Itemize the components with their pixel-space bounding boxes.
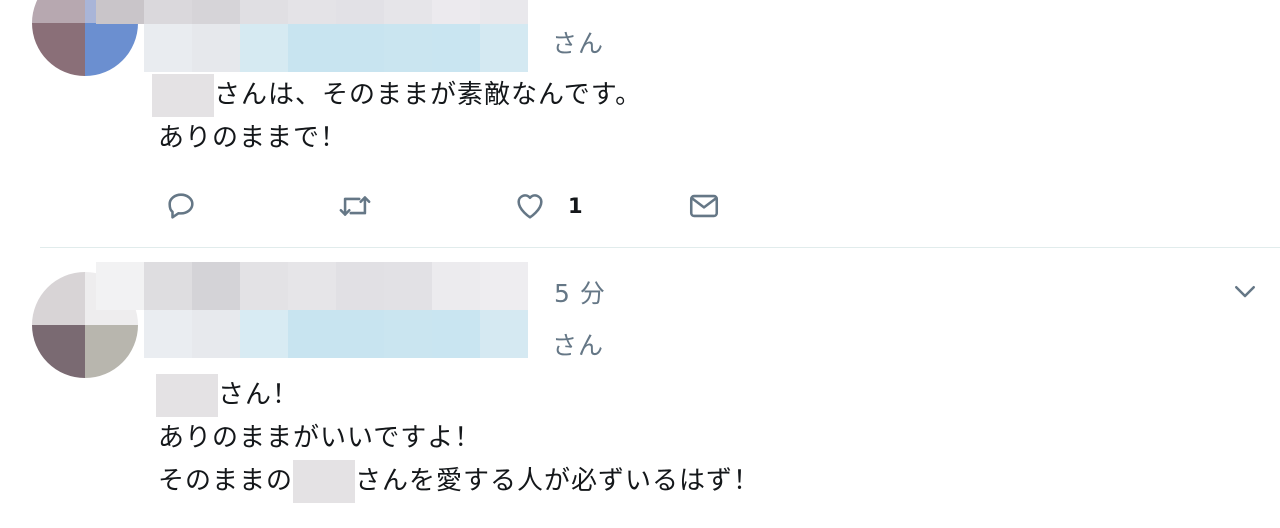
mail-icon [689, 194, 719, 218]
handle-blurred[interactable] [144, 24, 528, 72]
retweet-icon [339, 196, 371, 216]
handle-suffix: さん [552, 331, 605, 360]
tweet-text: さんは、そのままが素敵なんです。 ありのままで！ [152, 74, 642, 160]
handle-suffix: さん [552, 29, 605, 58]
tweet-timestamp[interactable]: 5 分 [554, 274, 606, 310]
handle-blurred[interactable] [144, 310, 528, 358]
like-count: 1 [568, 194, 583, 218]
redacted-name [156, 374, 218, 417]
reply-button[interactable] [164, 186, 198, 226]
tweet-2[interactable]: 5 分 さん さん！ ありのままがいいですよ！ そのままの さんを愛する人が必ずい… [0, 248, 1280, 528]
display-name-blurred[interactable] [96, 0, 528, 24]
tweet-text: さん！ ありのままがいいですよ！ そのままの さんを愛する人が必ずいるはず！ [156, 374, 760, 503]
direct-message-button[interactable] [686, 186, 722, 226]
like-button[interactable]: 1 [512, 186, 583, 226]
reply-icon [168, 193, 194, 219]
redacted-name [293, 460, 356, 503]
chevron-down-icon[interactable] [1230, 276, 1260, 306]
retweet-button[interactable] [336, 186, 374, 226]
heart-icon [517, 194, 543, 219]
tweet-1[interactable]: さん さんは、そのままが素敵なんです。 ありのままで！ 1 [0, 0, 1280, 248]
display-name-blurred[interactable] [96, 262, 528, 310]
redacted-name [152, 74, 214, 117]
tweet-actions: 1 [160, 186, 760, 226]
